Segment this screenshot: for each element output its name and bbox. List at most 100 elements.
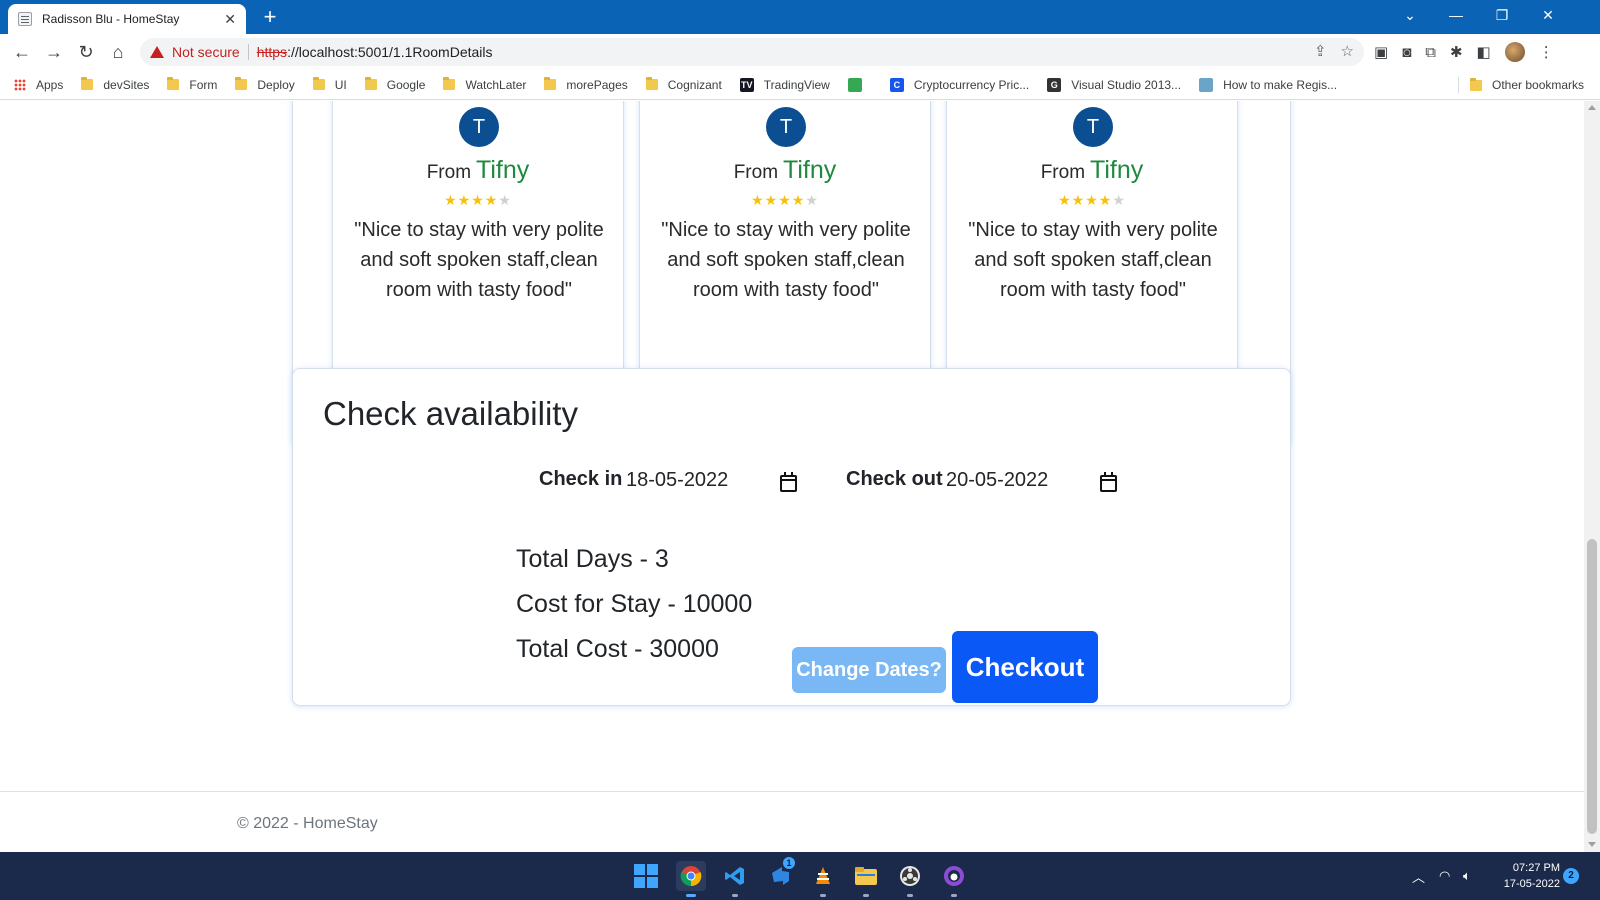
bookmark-item[interactable]: TV TradingView (739, 77, 830, 92)
browser-tab[interactable]: Radisson Blu - HomeStay ✕ (8, 4, 246, 34)
warning-icon (150, 46, 164, 58)
check-in-date-input[interactable]: 18-05-2022 (626, 465, 796, 495)
bookmarks-divider (1458, 77, 1459, 93)
reviewer-avatar: T (766, 107, 806, 147)
windows-taskbar: 1 ︿ ◠ 🔈︎ 07:27 PM 17-05-2022 2 (0, 852, 1600, 900)
running-app-indicator (732, 894, 738, 897)
running-app-indicator (863, 894, 869, 897)
bookmark-item[interactable]: UI (312, 77, 347, 92)
checkout-button[interactable]: Checkout (952, 631, 1098, 703)
share-icon[interactable]: ⇪ (1314, 42, 1327, 60)
star-filled-icon: ★ (1085, 192, 1099, 208)
availability-panel: Check availability Check in 18-05-2022 C… (292, 368, 1291, 706)
github-desktop-icon[interactable] (939, 861, 969, 891)
other-bookmarks[interactable]: Other bookmarks (1470, 70, 1584, 100)
bookmark-item[interactable] (847, 77, 872, 92)
media-router-icon[interactable]: ▣ (1374, 43, 1388, 61)
tab-search-chevron-icon[interactable]: ⌄ (1387, 0, 1433, 30)
url-scheme: https (256, 44, 288, 60)
star-filled-icon: ★ (471, 192, 485, 208)
active-app-indicator (686, 894, 696, 897)
calendar-icon[interactable] (780, 472, 797, 492)
chrome-icon[interactable] (676, 861, 706, 891)
restore-button[interactable]: ❐ (1479, 0, 1525, 30)
security-status[interactable]: Not secure (172, 44, 240, 60)
browser-titlebar: Radisson Blu - HomeStay ✕ + ⌄ — ❐ ✕ (0, 0, 1600, 34)
bookmark-label: Visual Studio 2013... (1071, 77, 1182, 92)
volume-icon[interactable]: 🔈︎ (1463, 852, 1471, 900)
bookmark-star-icon[interactable]: ☆ (1341, 42, 1354, 60)
review-card: T From Tifny ★★★★★ "Nice to stay with ver… (946, 101, 1238, 407)
windows-start-icon[interactable] (631, 861, 661, 891)
minimize-button[interactable]: — (1433, 0, 1479, 30)
forward-arrow-icon[interactable]: → (38, 36, 70, 68)
bookmark-item[interactable]: Form (167, 77, 217, 92)
running-app-indicator (820, 894, 826, 897)
folder-icon (544, 77, 557, 90)
g-site-icon: G (1047, 77, 1062, 92)
reviewer-avatar: T (1073, 107, 1113, 147)
check-in-label: Check in (539, 468, 623, 490)
check-out-value: 20-05-2022 (946, 468, 1049, 491)
menu-kebab-icon[interactable]: ⋮ (1539, 43, 1554, 61)
scroll-up-arrow-icon[interactable] (1588, 105, 1596, 110)
page-scrollbar[interactable] (1584, 101, 1600, 852)
folder-icon (645, 77, 658, 90)
star-filled-icon: ★ (764, 192, 779, 208)
bookmark-item[interactable]: devSites (81, 77, 149, 92)
apps-grid-icon (14, 78, 26, 91)
review-card: T From Tifny ★★★★★ "Nice to stay with ver… (639, 101, 931, 407)
star-filled-icon: ★ (457, 192, 472, 208)
reviewer-name: Tifny (1090, 156, 1144, 184)
from-label: From (733, 162, 779, 183)
bookmark-item[interactable]: How to make Regis... (1199, 77, 1338, 92)
reload-icon[interactable]: ↻ (70, 36, 102, 68)
clock-date: 17-05-2022 (1503, 878, 1560, 890)
home-icon[interactable]: ⌂ (102, 36, 134, 68)
check-out-date-input[interactable]: 20-05-2022 (946, 465, 1116, 495)
obs-icon[interactable] (895, 861, 925, 891)
badge-count: 1 (783, 857, 795, 869)
vscode-icon[interactable] (720, 861, 750, 891)
bookmark-item[interactable]: Google (364, 77, 425, 92)
bookmark-item[interactable]: Cognizant (645, 77, 722, 92)
bookmark-label: Cognizant (667, 77, 722, 92)
bookmark-item[interactable]: Apps (14, 78, 63, 92)
azure-devops-icon[interactable]: 1 (765, 857, 795, 891)
bookmark-label: Cryptocurrency Pric... (913, 77, 1030, 92)
file-explorer-icon[interactable] (851, 861, 881, 891)
bookmark-item[interactable]: G Visual Studio 2013... (1047, 77, 1182, 92)
wifi-icon[interactable]: ◠ (1439, 852, 1450, 900)
check-in-value: 18-05-2022 (626, 468, 729, 491)
tab-close-icon[interactable]: ✕ (224, 11, 236, 28)
vlc-icon[interactable] (808, 861, 838, 891)
page-viewport: T From Tifny ★★★★★ "Nice to stay with ver… (0, 101, 1584, 852)
change-dates-button[interactable]: Change Dates? (792, 647, 946, 693)
bookmark-item[interactable]: Deploy (235, 77, 295, 92)
review-card: T From Tifny ★★★★★ "Nice to stay with ver… (332, 101, 624, 407)
notification-badge[interactable]: 2 (1563, 868, 1579, 884)
calendar-icon[interactable] (1100, 472, 1117, 492)
folder-icon (235, 77, 248, 90)
review-quote: "Nice to stay with very polite and soft … (661, 219, 911, 301)
bookmark-item[interactable]: WatchLater (443, 77, 526, 92)
new-tab-button[interactable]: + (258, 4, 282, 30)
bookmark-item[interactable]: morePages (544, 77, 628, 92)
close-window-button[interactable]: ✕ (1525, 0, 1571, 30)
address-bar[interactable]: Not secure https ://localhost:5001/1.1Ro… (140, 38, 1364, 66)
star-empty-icon: ★ (498, 192, 512, 208)
puzzle-icon[interactable]: ✱ (1450, 43, 1463, 61)
bookmark-label: How to make Regis... (1223, 77, 1338, 92)
scrollbar-thumb[interactable] (1587, 539, 1597, 834)
extension-icon[interactable]: ⧉ (1425, 44, 1436, 61)
extension-icon[interactable]: ◙ (1402, 44, 1411, 61)
bookmark-item[interactable]: C Cryptocurrency Pric... (889, 77, 1030, 92)
profile-avatar[interactable] (1504, 42, 1525, 62)
scroll-down-arrow-icon[interactable] (1588, 842, 1596, 847)
running-app-indicator (951, 894, 957, 897)
tray-chevron-icon[interactable]: ︿ (1412, 852, 1425, 900)
back-arrow-icon[interactable]: ← (6, 36, 38, 68)
total-days: Total Days - 3 (516, 545, 669, 573)
system-clock[interactable]: 07:27 PM 17-05-2022 (1490, 860, 1560, 892)
side-panel-icon[interactable]: ◧ (1477, 43, 1491, 61)
